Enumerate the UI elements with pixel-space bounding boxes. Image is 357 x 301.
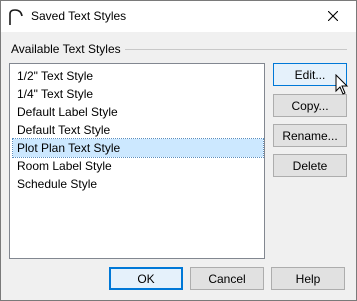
close-icon [327, 10, 339, 24]
mouse-pointer-icon [335, 73, 349, 96]
cancel-button[interactable]: Cancel [190, 267, 264, 290]
list-item[interactable]: Default Label Style [13, 103, 263, 121]
list-item[interactable]: Room Label Style [13, 157, 263, 175]
help-button[interactable]: Help [271, 267, 345, 290]
list-item[interactable]: 1/4" Text Style [13, 85, 263, 103]
saved-text-styles-dialog: Saved Text Styles Available Text Styles … [0, 0, 357, 301]
window-title: Saved Text Styles [31, 9, 127, 23]
ok-button[interactable]: OK [109, 267, 183, 290]
list-item[interactable]: Schedule Style [13, 175, 263, 193]
dimension-arc-icon [8, 8, 24, 26]
list-item[interactable]: Default Text Style [13, 121, 263, 139]
copy-button[interactable]: Copy... [273, 94, 347, 117]
group-label: Available Text Styles [11, 42, 121, 56]
title-bar: Saved Text Styles [1, 1, 356, 32]
rename-button[interactable]: Rename... [273, 124, 347, 147]
close-button[interactable] [310, 1, 356, 32]
delete-button[interactable]: Delete [273, 154, 347, 177]
group-divider [125, 49, 347, 50]
list-item-selected[interactable]: Plot Plan Text Style [12, 138, 264, 158]
list-item[interactable]: 1/2" Text Style [13, 67, 263, 85]
text-styles-listbox[interactable]: 1/2" Text Style 1/4" Text Style Default … [9, 63, 265, 259]
